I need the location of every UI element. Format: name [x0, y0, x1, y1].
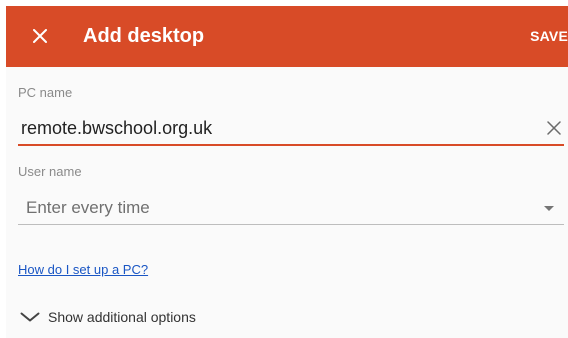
pc-name-input[interactable]: remote.bwschool.org.uk: [21, 117, 212, 139]
chevron-down-icon: [20, 311, 42, 323]
save-button[interactable]: SAVE: [530, 27, 568, 45]
dialog-title: Add desktop: [83, 25, 205, 47]
user-name-label: User name: [18, 164, 82, 179]
user-name-underline: [18, 224, 564, 225]
add-desktop-dialog: Add desktop SAVE PC name remote.bwschool…: [6, 6, 568, 338]
close-button[interactable]: [26, 22, 54, 50]
user-name-value: Enter every time: [26, 198, 150, 217]
setup-help-link[interactable]: How do I set up a PC?: [18, 262, 148, 278]
show-additional-options-button[interactable]: Show additional options: [20, 308, 196, 326]
pc-name-underline: [18, 144, 564, 146]
user-name-dropdown[interactable]: Enter every time: [18, 192, 564, 225]
clear-button[interactable]: [544, 118, 564, 138]
pc-name-field[interactable]: remote.bwschool.org.uk: [18, 112, 564, 146]
app-bar: Add desktop SAVE: [6, 6, 568, 67]
additional-options-label: Show additional options: [48, 309, 196, 325]
dropdown-arrow-icon: [544, 206, 554, 211]
close-icon: [547, 121, 561, 135]
pc-name-label: PC name: [18, 85, 73, 100]
close-icon: [33, 29, 47, 43]
